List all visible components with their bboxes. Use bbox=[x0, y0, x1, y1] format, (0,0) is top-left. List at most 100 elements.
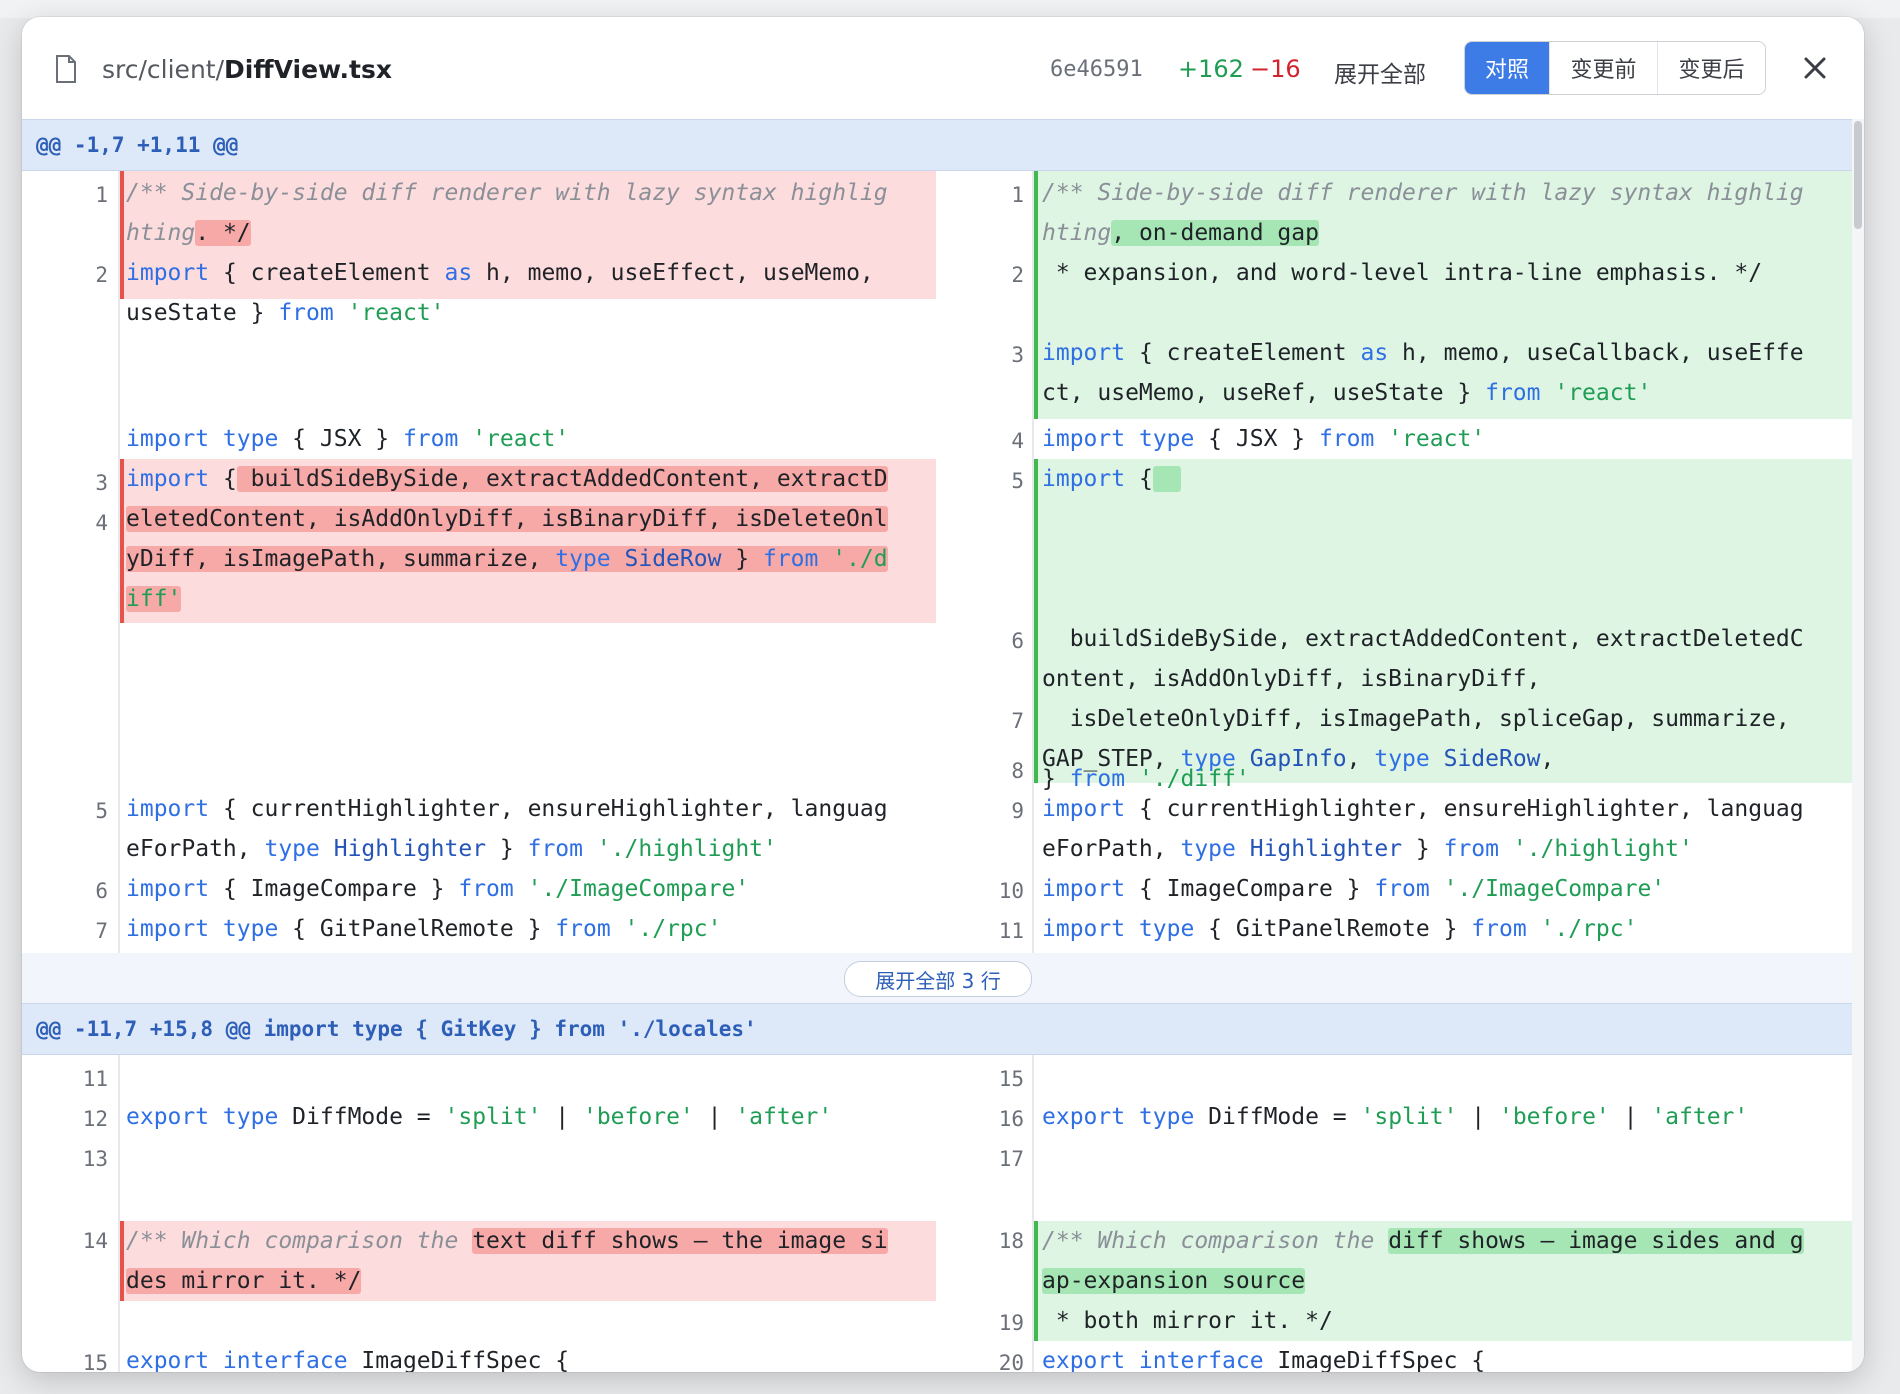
mode-after-button[interactable]: 变更后 bbox=[1657, 42, 1765, 94]
keyword: type bbox=[1374, 746, 1430, 772]
left-line-number: 5 bbox=[95, 799, 108, 823]
right-line-number: 20 bbox=[998, 1351, 1024, 1372]
deleted-emphasis: iff' bbox=[126, 586, 182, 612]
code-text: { bbox=[209, 466, 237, 492]
code-text: * both mirror it. */ bbox=[1042, 1308, 1333, 1334]
added-emphasis: diff shows — image sides and g bbox=[1388, 1228, 1804, 1254]
left-line-number: 11 bbox=[82, 1067, 108, 1091]
left-code-line: import { createElement as h, memo, useEf… bbox=[126, 253, 874, 293]
scrollbar-track[interactable] bbox=[1852, 119, 1864, 1372]
diff-dialog: src/client/DiffView.tsx 6e46591 +162 −16… bbox=[22, 17, 1864, 1372]
scrollbar-thumb[interactable] bbox=[1854, 121, 1862, 229]
left-code-line: des mirror it. */ bbox=[126, 1261, 362, 1301]
code-text: | bbox=[541, 1104, 583, 1130]
right-code-line: ct, useMemo, useRef, useState } from 're… bbox=[1042, 373, 1651, 413]
right-code-line: import type { JSX } from 'react' bbox=[1042, 419, 1485, 459]
code-text: , bbox=[1540, 746, 1555, 772]
keyword: import bbox=[1042, 340, 1126, 366]
right-line-number: 19 bbox=[998, 1311, 1024, 1335]
right-line-number: 1 bbox=[1011, 183, 1024, 207]
keyword: from bbox=[458, 876, 514, 902]
left-code-line: iff' bbox=[126, 579, 182, 619]
right-code-line: buildSideBySide, extractAddedContent, ex… bbox=[1042, 619, 1804, 659]
close-icon[interactable] bbox=[1802, 55, 1828, 81]
expand-hidden-lines-button[interactable]: 展开全部 3 行 bbox=[844, 961, 1032, 997]
code-comment: hting bbox=[1042, 220, 1112, 246]
type-name: SideRow bbox=[610, 546, 722, 572]
expand-all-button[interactable]: 展开全部 bbox=[1334, 55, 1426, 89]
string: 'split' bbox=[1360, 1104, 1458, 1130]
code-text: * expansion, and word-level intra-line e… bbox=[1042, 260, 1763, 286]
code-text: ImageDiffSpec { bbox=[347, 1348, 570, 1372]
deleted-line-marker bbox=[120, 459, 124, 623]
code-text: buildSideBySide, extractAddedContent, ex… bbox=[1042, 626, 1804, 652]
left-line-number: 1 bbox=[95, 183, 108, 207]
code-text: | bbox=[1609, 1104, 1652, 1130]
keyword: import type bbox=[126, 916, 279, 942]
keyword: import bbox=[126, 876, 210, 902]
right-line-number: 11 bbox=[998, 919, 1024, 943]
right-code-line: export type DiffMode = 'split' | 'before… bbox=[1042, 1097, 1748, 1137]
keyword: as bbox=[444, 260, 473, 286]
collapsed-lines-bar: 展开全部 3 行 bbox=[22, 953, 1852, 1003]
code-text: { GitPanelRemote } bbox=[1194, 916, 1472, 942]
code-text: ImageDiffSpec { bbox=[1263, 1348, 1486, 1372]
code-text: { GitPanelRemote } bbox=[278, 916, 556, 942]
right-code-line: eForPath, type Highlighter } from './hig… bbox=[1042, 829, 1693, 869]
string: './ImageCompare' bbox=[1443, 876, 1666, 902]
string: 'before' bbox=[582, 1104, 694, 1130]
code-text: , bbox=[1346, 746, 1375, 772]
code-text: yDiff, isImagePath, summarize, bbox=[126, 546, 556, 572]
code-text: { createElement bbox=[1125, 340, 1361, 366]
mode-split-button[interactable]: 对照 bbox=[1465, 42, 1549, 94]
keyword: import type bbox=[126, 426, 279, 452]
code-text: { JSX } bbox=[1194, 426, 1319, 452]
keyword: import bbox=[1042, 876, 1126, 902]
right-line-number: 4 bbox=[1011, 429, 1024, 453]
keyword: from bbox=[1471, 916, 1527, 942]
right-code-line: hting, on-demand gap bbox=[1042, 213, 1319, 253]
left-code-line: eletedContent, isAddOnlyDiff, isBinaryDi… bbox=[126, 499, 888, 539]
right-line-number: 6 bbox=[1011, 629, 1024, 653]
right-code-line: import type { GitPanelRemote } from './r… bbox=[1042, 909, 1637, 949]
code-text: { bbox=[1125, 466, 1153, 492]
additions-count: +162 bbox=[1178, 55, 1244, 83]
string: 'split' bbox=[444, 1104, 542, 1130]
deleted-emphasis: eletedContent, isAddOnlyDiff, isBinaryDi… bbox=[126, 506, 888, 532]
code-text: { currentHighlighter, ensureHighlighter,… bbox=[1125, 796, 1804, 822]
string: 'react' bbox=[1388, 426, 1486, 452]
keyword: import bbox=[126, 796, 210, 822]
hunk-header: @@ -11,7 +15,8 @@ import type { GitKey }… bbox=[22, 1003, 1852, 1055]
code-text: | bbox=[693, 1104, 736, 1130]
left-line-number: 6 bbox=[95, 879, 108, 903]
left-line-number: 3 bbox=[95, 471, 108, 495]
right-line-number: 10 bbox=[998, 879, 1024, 903]
right-code-line: * expansion, and word-level intra-line e… bbox=[1042, 253, 1762, 293]
right-code-line: import { createElement as h, memo, useCa… bbox=[1042, 333, 1804, 373]
code-text: DiffMode = bbox=[278, 1104, 445, 1130]
right-code-line: /** Which comparison the diff shows — im… bbox=[1042, 1221, 1804, 1261]
string: 'after' bbox=[1651, 1104, 1749, 1130]
right-line-number: 2 bbox=[1011, 263, 1024, 287]
file-path: src/client/DiffView.tsx bbox=[102, 55, 392, 84]
deleted-line-marker bbox=[120, 171, 124, 299]
right-code-line: * both mirror it. */ bbox=[1042, 1301, 1333, 1341]
file-name: DiffView.tsx bbox=[224, 55, 392, 84]
added-line-marker bbox=[1034, 1221, 1038, 1341]
keyword: type bbox=[264, 836, 320, 862]
code-text: { ImageCompare } bbox=[1125, 876, 1375, 902]
code-text: } bbox=[1402, 836, 1444, 862]
right-code-line: import { bbox=[1042, 459, 1181, 499]
left-code-line: useState } from 'react' bbox=[126, 293, 445, 333]
left-line-number: 14 bbox=[82, 1229, 108, 1253]
code-comment: hting bbox=[126, 220, 196, 246]
code-text: h, memo, useEffect, useMemo, bbox=[472, 260, 874, 286]
added-emphasis bbox=[1152, 466, 1181, 492]
string: './rpc' bbox=[1540, 916, 1638, 942]
keyword: type bbox=[555, 546, 611, 572]
string: 'after' bbox=[735, 1104, 833, 1130]
added-line-marker bbox=[1034, 459, 1038, 783]
mode-before-button[interactable]: 变更前 bbox=[1549, 42, 1657, 94]
code-comment: /** Side-by-side diff renderer with lazy… bbox=[1042, 180, 1804, 206]
code-text: { ImageCompare } bbox=[209, 876, 459, 902]
